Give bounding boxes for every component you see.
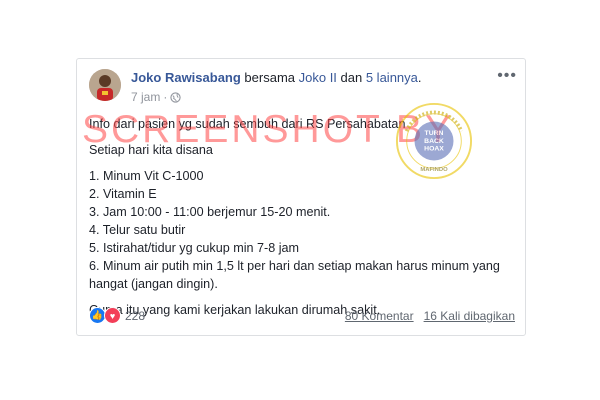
love-reaction-icon: ♥ xyxy=(104,307,121,324)
more-options-icon[interactable]: ••• xyxy=(497,67,517,85)
avatar-image xyxy=(89,69,121,101)
post-time[interactable]: 7 jam xyxy=(131,90,160,104)
shares-count-link[interactable]: 16 Kali dibagikan xyxy=(424,309,515,323)
meta-separator: · xyxy=(163,90,168,104)
post-header: Joko Rawisabang bersama Joko II dan 5 la… xyxy=(131,70,422,85)
tagged-friend-link[interactable]: Joko II xyxy=(299,70,337,85)
reactions-summary[interactable]: 👍 ♥ 228 xyxy=(89,307,145,324)
svg-text:HOAX: HOAX xyxy=(424,146,444,153)
globe-icon[interactable] xyxy=(170,91,181,103)
svg-text:TURN: TURN xyxy=(425,130,444,137)
others-link[interactable]: 5 lainnya xyxy=(366,70,418,85)
list-item: 3. Jam 10:00 - 11:00 berjemur 15-20 meni… xyxy=(89,205,331,219)
with-text: bersama xyxy=(240,70,299,85)
author-name[interactable]: Joko Rawisabang xyxy=(131,70,241,85)
mafindo-seal-logo: TURN BACK HOAX MAFINDO xyxy=(395,102,473,180)
facebook-post-card: Joko Rawisabang bersama Joko II dan 5 la… xyxy=(76,58,526,336)
reaction-count: 228 xyxy=(125,308,146,323)
period: . xyxy=(417,70,422,85)
svg-text:BACK: BACK xyxy=(424,138,444,145)
list-item: 4. Telur satu butir xyxy=(89,223,186,237)
author-avatar[interactable] xyxy=(89,69,121,101)
list-item: 6. Minum air putih min 1,5 lt per hari d… xyxy=(89,259,500,291)
comments-count-link[interactable]: 80 Komentar xyxy=(345,309,414,323)
and-text: dan xyxy=(336,70,366,85)
post-meta: 7 jam · xyxy=(131,90,181,104)
list-item: 2. Vitamin E xyxy=(89,187,157,201)
post-stats: 80 Komentar 16 Kali dibagikan xyxy=(345,309,515,323)
svg-text:MAFINDO: MAFINDO xyxy=(420,167,448,173)
list-item: 5. Istirahat/tidur yg cukup min 7-8 jam xyxy=(89,241,299,255)
